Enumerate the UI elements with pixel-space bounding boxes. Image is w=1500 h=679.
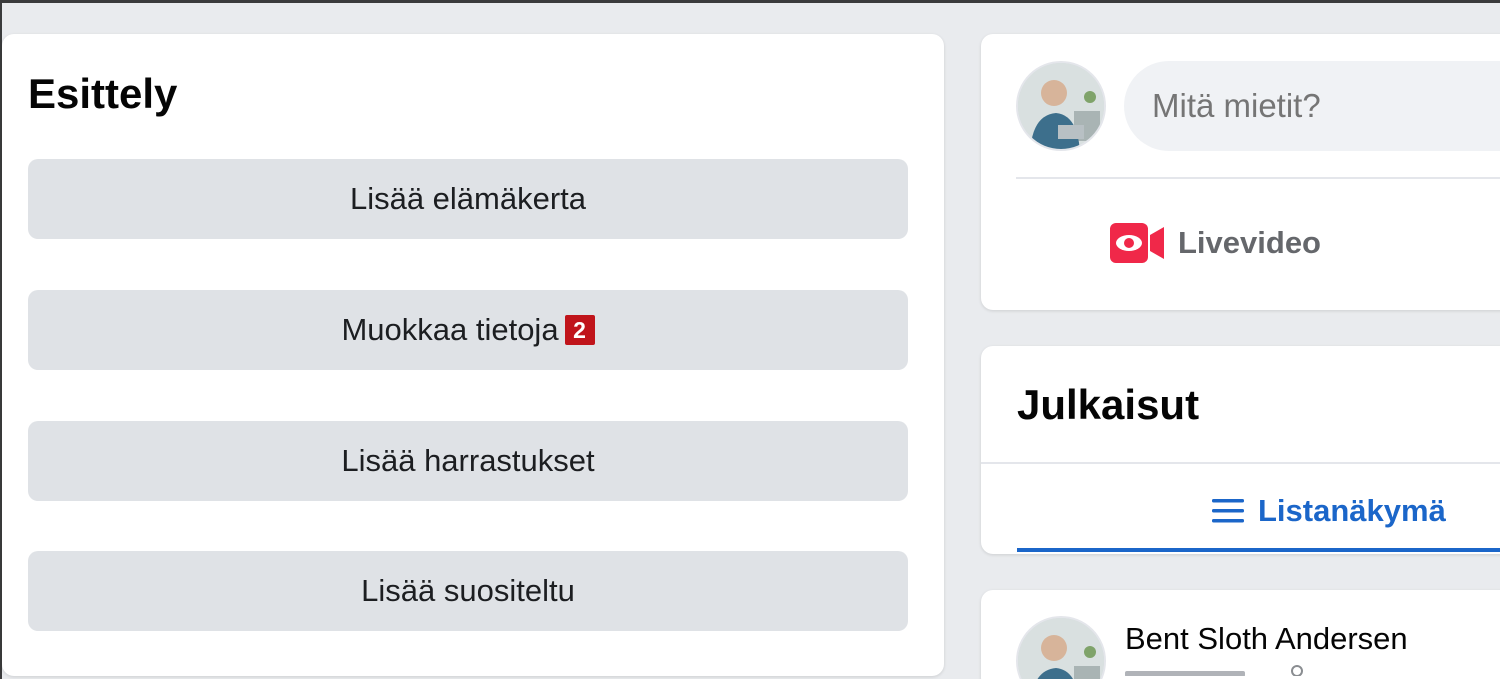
live-video-label: Livevideo (1178, 225, 1321, 260)
edit-details-label: Muokkaa tietoja (341, 312, 559, 347)
intro-title: Esittely (28, 70, 178, 117)
window-top-border (0, 0, 1500, 3)
post-meta-cutoff (1125, 664, 1325, 676)
edit-details-button[interactable]: Muokkaa tietoja 2 (28, 290, 908, 370)
add-hobbies-label: Lisää harrastukset (341, 443, 595, 478)
composer-divider (1016, 177, 1500, 179)
annotation-badge: 2 (564, 315, 595, 345)
posts-divider (981, 462, 1500, 464)
add-hobbies-button[interactable]: Lisää harrastukset (28, 421, 908, 501)
add-bio-label: Lisää elämäkerta (349, 181, 587, 216)
person-photo-icon (1018, 63, 1104, 149)
post-author-name[interactable]: Bent Sloth Andersen (1125, 620, 1408, 658)
composer-input[interactable] (1124, 61, 1500, 151)
posts-title: Julkaisut (1017, 381, 1200, 428)
profile-avatar[interactable] (1016, 61, 1106, 151)
add-featured-button[interactable]: Lisää suositeltu (28, 551, 908, 631)
live-video-icon (1110, 223, 1164, 263)
live-video-button[interactable]: Livevideo (1110, 208, 1360, 278)
list-view-label: Listanäkymä (1258, 493, 1446, 528)
post-meta-truncated (1125, 665, 1303, 676)
list-icon (1212, 499, 1244, 523)
tab-list-view[interactable]: Listanäkymä (1210, 486, 1446, 536)
active-tab-indicator (1017, 548, 1500, 552)
add-bio-button[interactable]: Lisää elämäkerta (28, 159, 908, 239)
add-featured-label: Lisää suositeltu (361, 573, 575, 608)
